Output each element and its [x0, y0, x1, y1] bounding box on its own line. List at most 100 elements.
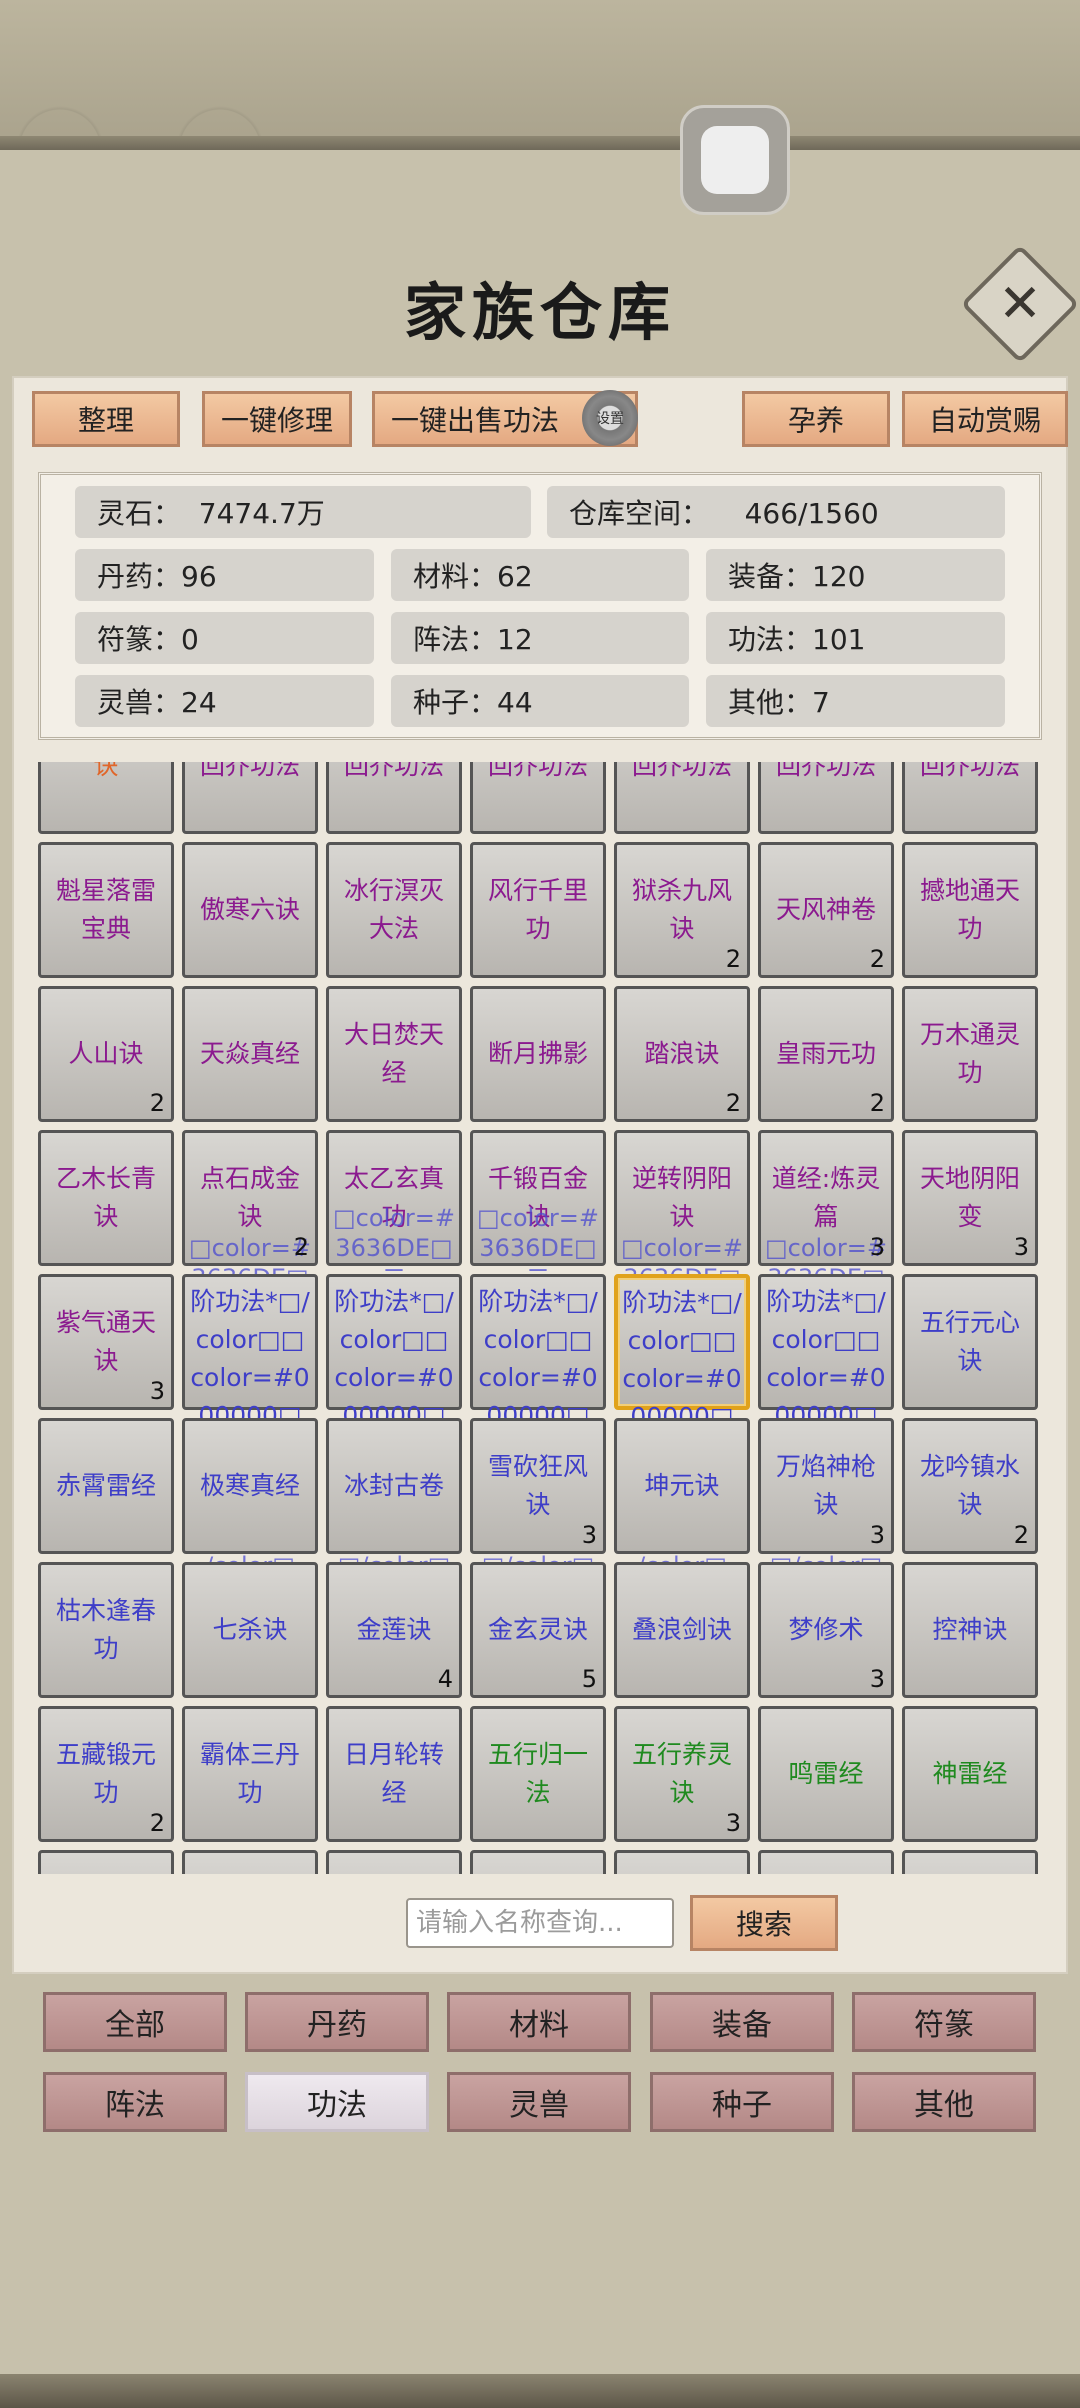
skill-item-cell[interactable]: 龙吟镇水诀 2 [902, 1418, 1038, 1554]
skill-item-cell[interactable]: 冰行溟灭大法 [326, 842, 462, 978]
skill-item-cell[interactable]: 天风神卷 2 [758, 842, 894, 978]
skill-item-cell[interactable] [182, 1850, 318, 1874]
skill-item-cell[interactable]: 紫气通天诀 3 [38, 1274, 174, 1410]
skill-item-name: 大日焚天经 [343, 1020, 444, 1087]
skill-item-cell[interactable]: 五行归一法 [470, 1706, 606, 1842]
skill-item-cell[interactable]: 金玄灵诀 5 [470, 1562, 606, 1698]
skill-item-cell[interactable]: 五行养灵诀 3 [614, 1706, 750, 1842]
skill-item-name: 雪砍狂风诀 [487, 1452, 588, 1519]
skill-item-cell[interactable]: 日月轮转经 [326, 1706, 462, 1842]
tab-10[interactable]: 其他 [852, 2072, 1036, 2132]
skill-item-cell[interactable]: 冰封古卷□/color□ [326, 1418, 462, 1580]
skill-item-cell[interactable]: 万木通灵功 [902, 986, 1038, 1122]
skill-item-cell[interactable]: 赤霄雷经 [38, 1418, 174, 1554]
skill-item-cell[interactable]: 极寒真经/color□ [182, 1418, 318, 1580]
tab-7[interactable]: 功法 [245, 2072, 429, 2132]
skill-item-count: 3 [869, 1233, 885, 1261]
skill-item-cell[interactable]: 雪砍狂风诀□/color□3 [470, 1418, 606, 1580]
skill-item-cell[interactable]: 霸体三丹功 [182, 1706, 318, 1842]
skill-item-cell[interactable]: 撼地通天功 [902, 842, 1038, 978]
skill-item-cell[interactable]: 踏浪诀 2 [614, 986, 750, 1122]
skill-item-cell[interactable]: 枯木逢春功 [38, 1562, 174, 1698]
skill-item-cell[interactable]: 回乔功法 [902, 762, 1038, 834]
tab-8[interactable]: 灵兽 [447, 2072, 631, 2132]
skill-item-cell[interactable]: 鸣雷经 [758, 1706, 894, 1842]
skill-item-name: 金莲诀 [356, 1615, 432, 1644]
skill-item-cell[interactable]: 点石成金诀□color=#3636DE□2 [182, 1130, 318, 1292]
skill-item-cell[interactable]: 道经:炼灵篇□color=#3636DE□3 [758, 1130, 894, 1292]
skill-item-cell[interactable]: 千锻百金诀□color=#3636DE□二 [470, 1130, 606, 1292]
skill-item-cell[interactable]: 皇雨元功 2 [758, 986, 894, 1122]
skill-item-cell[interactable]: 逆转阴阳诀□color=#3636DE□ [614, 1130, 750, 1292]
skill-item-name: 断月拂影 [487, 1039, 588, 1068]
skill-item-cell[interactable]: 回乔功法 [326, 762, 462, 834]
skill-item-cell[interactable]: 七杀诀 [182, 1562, 318, 1698]
stat-talismans: 符篆：0 [75, 612, 374, 664]
skill-item-cell[interactable]: 回乔功法 [758, 762, 894, 834]
skill-item-cell[interactable]: 太乙玄真功□color=#3636DE□二 [326, 1130, 462, 1292]
skill-item-cell[interactable] [758, 1850, 894, 1874]
tab-6[interactable]: 阵法 [43, 2072, 227, 2132]
skill-item-count: 2 [293, 1233, 309, 1261]
sort-button[interactable]: 整理 [32, 391, 180, 447]
skill-item-cell[interactable]: 回乔功法 [182, 762, 318, 834]
skill-item-cell[interactable] [38, 1850, 174, 1874]
page-title: 家族仓库 [403, 276, 676, 349]
tab-2[interactable]: 丹药 [245, 1992, 429, 2052]
skill-item-cell[interactable]: 阶功法*□/color□□color=#000000□火 [326, 1274, 462, 1468]
skill-item-cell[interactable]: 断月拂影 [470, 986, 606, 1122]
tab-9[interactable]: 种子 [650, 2072, 834, 2132]
skill-item-cell[interactable] [326, 1850, 462, 1874]
skill-item-cell[interactable]: 乙木长青诀 [38, 1130, 174, 1266]
skill-item-cell[interactable]: 大日焚天经 [326, 986, 462, 1122]
skill-item-cell[interactable]: 回乔功法 [470, 762, 606, 834]
skill-item-cell[interactable]: 人山诀 2 [38, 986, 174, 1122]
skill-item-cell[interactable]: 神雷经 [902, 1706, 1038, 1842]
gear-label: 设置 [596, 411, 624, 427]
tab-3[interactable]: 材料 [447, 1992, 631, 2052]
search-input[interactable] [406, 1898, 674, 1948]
skill-item-cell[interactable]: 控神诀 [902, 1562, 1038, 1698]
skill-item-cell[interactable]: 狱杀九风诀 2 [614, 842, 750, 978]
skill-item-name: 冰行溟灭大法 [343, 876, 444, 943]
skill-item-cell[interactable]: 傲寒六诀 [182, 842, 318, 978]
skill-item-cell[interactable]: 阶功法*□/color□□color=#000000□火 [182, 1274, 318, 1468]
skill-item-cell[interactable]: 天地阴阳变 3 [902, 1130, 1038, 1266]
skill-item-cell[interactable]: 阶功法*□/color□□color=#000000□火 [614, 1274, 750, 1469]
skill-item-name: 阶功法*□/color□□color=#000000□火 [622, 1288, 742, 1469]
tab-5[interactable]: 符篆 [852, 1992, 1036, 2052]
nurture-button[interactable]: 孕养 [742, 391, 890, 447]
stat-others: 其他：7 [706, 675, 1005, 727]
skill-item-cell[interactable]: 梦修术 3 [758, 1562, 894, 1698]
skill-item-cell[interactable]: 阶功法*□/color□□color=#000000□雷 [470, 1274, 606, 1468]
auto-reward-button[interactable]: 自动赏赐 [902, 391, 1068, 447]
skill-item-cell[interactable]: 风行千里功 [470, 842, 606, 978]
skill-item-cell[interactable] [614, 1850, 750, 1874]
skill-item-cell[interactable]: 五行元心诀 [902, 1274, 1038, 1410]
skill-item-name: 诀 [93, 762, 119, 780]
skill-item-count: 2 [149, 1809, 165, 1837]
skill-item-name [477, 1853, 599, 1874]
footer-decoration [0, 2374, 1080, 2408]
skill-item-name: 撼地通天功 [919, 876, 1020, 943]
skill-item-cell[interactable]: 叠浪剑诀 [614, 1562, 750, 1698]
tab-4[interactable]: 装备 [650, 1992, 834, 2052]
skill-item-cell[interactable]: 天焱真经 [182, 986, 318, 1122]
skill-item-cell[interactable]: 回乔功法 [614, 762, 750, 834]
skill-item-cell[interactable]: 魁星落雷宝典 [38, 842, 174, 978]
gear-icon[interactable]: 设置 [582, 390, 638, 446]
skill-item-cell[interactable] [902, 1850, 1038, 1874]
search-button[interactable]: 搜索 [690, 1895, 838, 1951]
floating-toggle-button[interactable] [680, 105, 790, 215]
skill-item-cell[interactable] [470, 1850, 606, 1874]
skill-item-cell[interactable]: 坤元诀/color□ [614, 1418, 750, 1580]
stat-skills: 功法：101 [706, 612, 1005, 664]
skill-item-cell[interactable]: 诀 [38, 762, 174, 834]
skill-item-cell[interactable]: 五藏锻元功 2 [38, 1706, 174, 1842]
tab-1[interactable]: 全部 [43, 1992, 227, 2052]
skill-item-count: 2 [869, 945, 885, 973]
skill-item-cell[interactable]: 万焰神枪诀□/color□3 [758, 1418, 894, 1580]
repair-all-button[interactable]: 一键修理 [202, 391, 352, 447]
skill-item-cell[interactable]: 金莲诀 4 [326, 1562, 462, 1698]
skill-item-cell[interactable]: 阶功法*□/color□□color=#000000□冰 [758, 1274, 894, 1468]
